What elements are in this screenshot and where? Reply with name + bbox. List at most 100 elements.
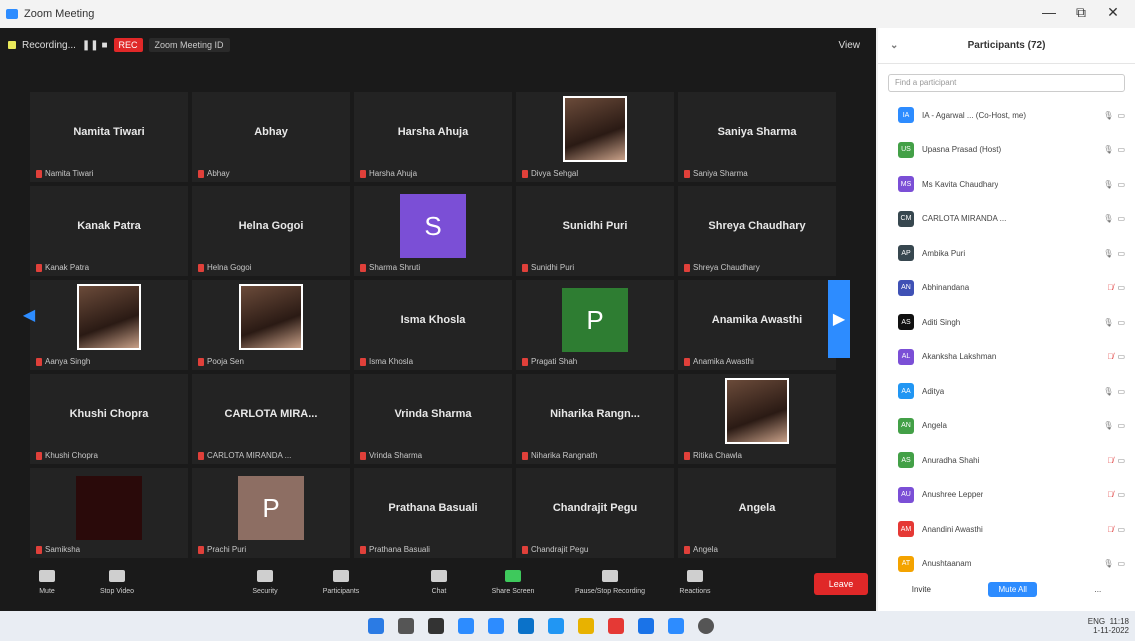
file-explorer-icon[interactable] bbox=[578, 618, 594, 634]
participant-tile[interactable]: Angela Angela bbox=[678, 468, 836, 558]
mic-muted-icon[interactable]: 🎙̸ bbox=[1107, 490, 1113, 499]
mic-muted-icon bbox=[684, 169, 690, 178]
meeting-info[interactable]: Zoom Meeting ID bbox=[148, 38, 230, 52]
widgets-icon[interactable] bbox=[458, 618, 474, 634]
mic-muted-icon[interactable]: 🎙̸ bbox=[1107, 525, 1113, 534]
participant-row[interactable]: MS Ms Kavita Chaudhary 🎙 ▭ bbox=[878, 167, 1135, 202]
participant-display-name: Isma Khosla bbox=[400, 314, 466, 326]
microphone-icon[interactable]: 🎙 bbox=[1103, 214, 1113, 223]
close-button[interactable]: ✕ bbox=[1098, 4, 1128, 21]
participant-row[interactable]: AP Ambika Puri 🎙 ▭ bbox=[878, 236, 1135, 271]
participant-row[interactable]: CM CARLOTA MIRANDA ... 🎙 ▭ bbox=[878, 202, 1135, 237]
participant-tile[interactable]: Chandrajit Pegu Chandrajit Pegu bbox=[516, 468, 674, 558]
chat-button[interactable]: Chat bbox=[404, 570, 474, 595]
mail-icon[interactable] bbox=[638, 618, 654, 634]
prev-page-arrow-icon[interactable]: ◀ bbox=[22, 276, 36, 354]
participant-tile[interactable]: Isma Khosla Isma Khosla bbox=[354, 280, 512, 370]
participant-row[interactable]: AM Anandini Awasthi 🎙̸ ▭ bbox=[878, 512, 1135, 547]
participant-tile[interactable]: Pooja Sen bbox=[192, 280, 350, 370]
shield-icon[interactable] bbox=[8, 41, 16, 49]
microphone-icon[interactable]: 🎙 bbox=[1103, 421, 1113, 430]
minimize-button[interactable]: — bbox=[1034, 4, 1064, 20]
mic-muted-icon[interactable]: 🎙̸ bbox=[1107, 352, 1113, 361]
leave-button[interactable]: Leave bbox=[814, 573, 868, 595]
chat-app-icon[interactable] bbox=[488, 618, 504, 634]
participant-tile[interactable]: Khushi Chopra Khushi Chopra bbox=[30, 374, 188, 464]
participant-tile[interactable]: Samiksha bbox=[30, 468, 188, 558]
chevron-down-icon[interactable]: ⌄ bbox=[890, 40, 898, 51]
participant-row[interactable]: AL Akanksha Lakshman 🎙̸ ▭ bbox=[878, 340, 1135, 375]
reactions-button[interactable]: Reactions bbox=[660, 570, 730, 595]
chrome-icon[interactable] bbox=[698, 618, 714, 634]
participant-tile[interactable]: Niharika Rangn... Niharika Rangnath bbox=[516, 374, 674, 464]
participant-tile[interactable]: Kanak Patra Kanak Patra bbox=[30, 186, 188, 276]
participant-tile[interactable]: Harsha Ahuja Harsha Ahuja bbox=[354, 92, 512, 182]
participant-row[interactable]: US Upasna Prasad (Host) 🎙 ▭ bbox=[878, 133, 1135, 168]
store-icon[interactable] bbox=[518, 618, 534, 634]
participant-tile[interactable]: Helna Gogoi Helna Gogoi bbox=[192, 186, 350, 276]
security-button[interactable]: Security bbox=[230, 570, 300, 595]
pause-icon[interactable]: ❚❚ ■ bbox=[82, 40, 108, 51]
participant-status: 🎙 ▭ bbox=[1103, 180, 1125, 189]
participant-tile[interactable]: Divya Sehgal bbox=[516, 92, 674, 182]
participant-tile[interactable]: S Sharma Shruti bbox=[354, 186, 512, 276]
participant-tile[interactable]: Vrinda Sharma Vrinda Sharma bbox=[354, 374, 512, 464]
participant-tile[interactable]: Saniya Sharma Saniya Sharma bbox=[678, 92, 836, 182]
participant-status: 🎙̸ ▭ bbox=[1107, 352, 1125, 361]
participant-tile[interactable]: Aanya Singh bbox=[30, 280, 188, 370]
participant-label-text: Pragati Shah bbox=[531, 357, 578, 366]
invite-button[interactable]: Invite bbox=[902, 582, 941, 597]
participant-label-text: Angela bbox=[693, 545, 718, 554]
participant-row[interactable]: AN Abhinandana 🎙̸ ▭ bbox=[878, 271, 1135, 306]
app-icon[interactable] bbox=[608, 618, 624, 634]
start-icon[interactable] bbox=[368, 618, 384, 634]
participant-row[interactable]: AS Aditi Singh 🎙 ▭ bbox=[878, 305, 1135, 340]
participant-tile[interactable]: P Pragati Shah bbox=[516, 280, 674, 370]
participant-row[interactable]: AN Angela 🎙 ▭ bbox=[878, 409, 1135, 444]
mute-all-button[interactable]: Mute All bbox=[988, 581, 1037, 597]
camera-icon: ▭ bbox=[1117, 317, 1125, 327]
microphone-icon[interactable]: 🎙 bbox=[1103, 559, 1113, 568]
participant-status: 🎙̸ ▭ bbox=[1107, 490, 1125, 499]
edge-icon[interactable] bbox=[548, 618, 564, 634]
participant-row[interactable]: IA IA - Agarwal ... (Co-Host, me) 🎙 ▭ bbox=[878, 98, 1135, 133]
search-icon[interactable] bbox=[398, 618, 414, 634]
participant-tile[interactable]: Anamika Awasthi Anamika Awasthi bbox=[678, 280, 836, 370]
microphone-icon[interactable]: 🎙 bbox=[1103, 145, 1113, 154]
mic-muted-icon bbox=[684, 545, 690, 554]
microphone-icon[interactable]: 🎙 bbox=[1103, 180, 1113, 189]
language-indicator[interactable]: ENG bbox=[1088, 617, 1105, 626]
next-page-arrow-icon[interactable]: ▶ bbox=[828, 280, 850, 358]
participant-tile[interactable]: P Prachi Puri bbox=[192, 468, 350, 558]
view-button[interactable]: View bbox=[839, 40, 861, 51]
maximize-button[interactable]: ⧉ bbox=[1066, 4, 1096, 21]
task-view-icon[interactable] bbox=[428, 618, 444, 634]
microphone-icon[interactable]: 🎙 bbox=[1103, 111, 1113, 120]
microphone-icon[interactable]: 🎙 bbox=[1103, 249, 1113, 258]
record-button[interactable]: Pause/Stop Recording bbox=[560, 570, 660, 595]
participant-tile[interactable]: CARLOTA MIRA... CARLOTA MIRANDA ... bbox=[192, 374, 350, 464]
participant-tile[interactable]: Namita Tiwari Namita Tiwari bbox=[30, 92, 188, 182]
mic-muted-icon[interactable]: 🎙̸ bbox=[1107, 456, 1113, 465]
zoom-taskbar-icon[interactable] bbox=[668, 618, 684, 634]
participant-tile[interactable]: Shreya Chaudhary Shreya Chaudhary bbox=[678, 186, 836, 276]
participant-tile[interactable]: Ritika Chawla bbox=[678, 374, 836, 464]
participant-tile[interactable]: Prathana Basuali Prathana Basuali bbox=[354, 468, 512, 558]
participant-row[interactable]: AS Anuradha Shahi 🎙̸ ▭ bbox=[878, 443, 1135, 478]
clock-time[interactable]: 11:18 bbox=[1110, 617, 1129, 626]
stop-video-button[interactable]: Stop Video bbox=[82, 570, 152, 595]
participant-tile[interactable]: Abhay Abhay bbox=[192, 92, 350, 182]
participant-label: Saniya Sharma bbox=[684, 169, 748, 178]
participant-row[interactable]: AU Anushree Lepper 🎙̸ ▭ bbox=[878, 478, 1135, 513]
participants-button[interactable]: Participants bbox=[306, 570, 376, 595]
microphone-icon[interactable]: 🎙 bbox=[1103, 318, 1113, 327]
participant-search-input[interactable]: Find a participant bbox=[888, 74, 1125, 92]
more-button[interactable]: ... bbox=[1085, 582, 1112, 597]
share-screen-button[interactable]: Share Screen bbox=[478, 570, 548, 595]
mic-muted-icon bbox=[36, 451, 42, 460]
participant-tile[interactable]: Sunidhi Puri Sunidhi Puri bbox=[516, 186, 674, 276]
participant-row[interactable]: AA Aditya 🎙 ▭ bbox=[878, 374, 1135, 409]
mute-button[interactable]: Mute bbox=[12, 570, 82, 595]
mic-muted-icon[interactable]: 🎙̸ bbox=[1107, 283, 1113, 292]
microphone-icon[interactable]: 🎙 bbox=[1103, 387, 1113, 396]
